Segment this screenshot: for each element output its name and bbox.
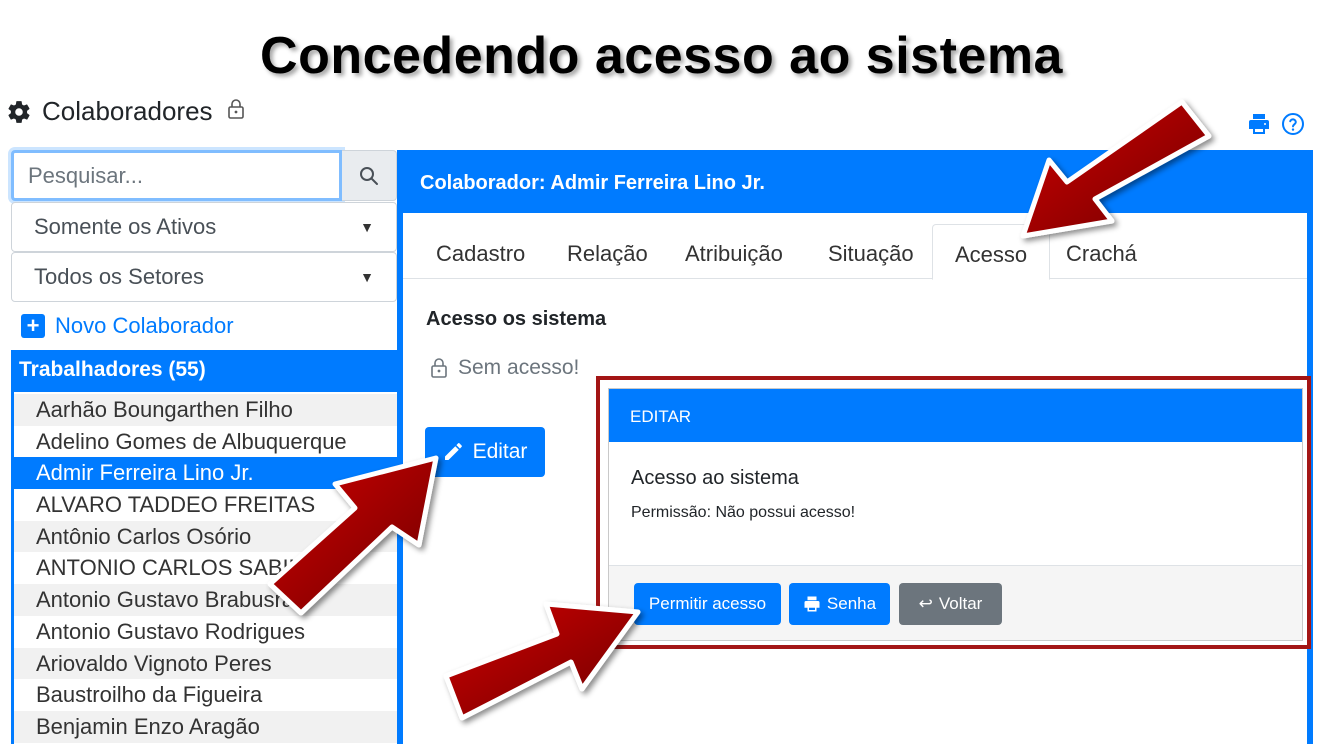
arrow-to-allow-button <box>443 601 641 721</box>
annotation-arrows <box>267 99 1212 721</box>
arrow-to-acesso-tab <box>1020 99 1212 239</box>
arrow-to-edit-button <box>267 455 439 616</box>
